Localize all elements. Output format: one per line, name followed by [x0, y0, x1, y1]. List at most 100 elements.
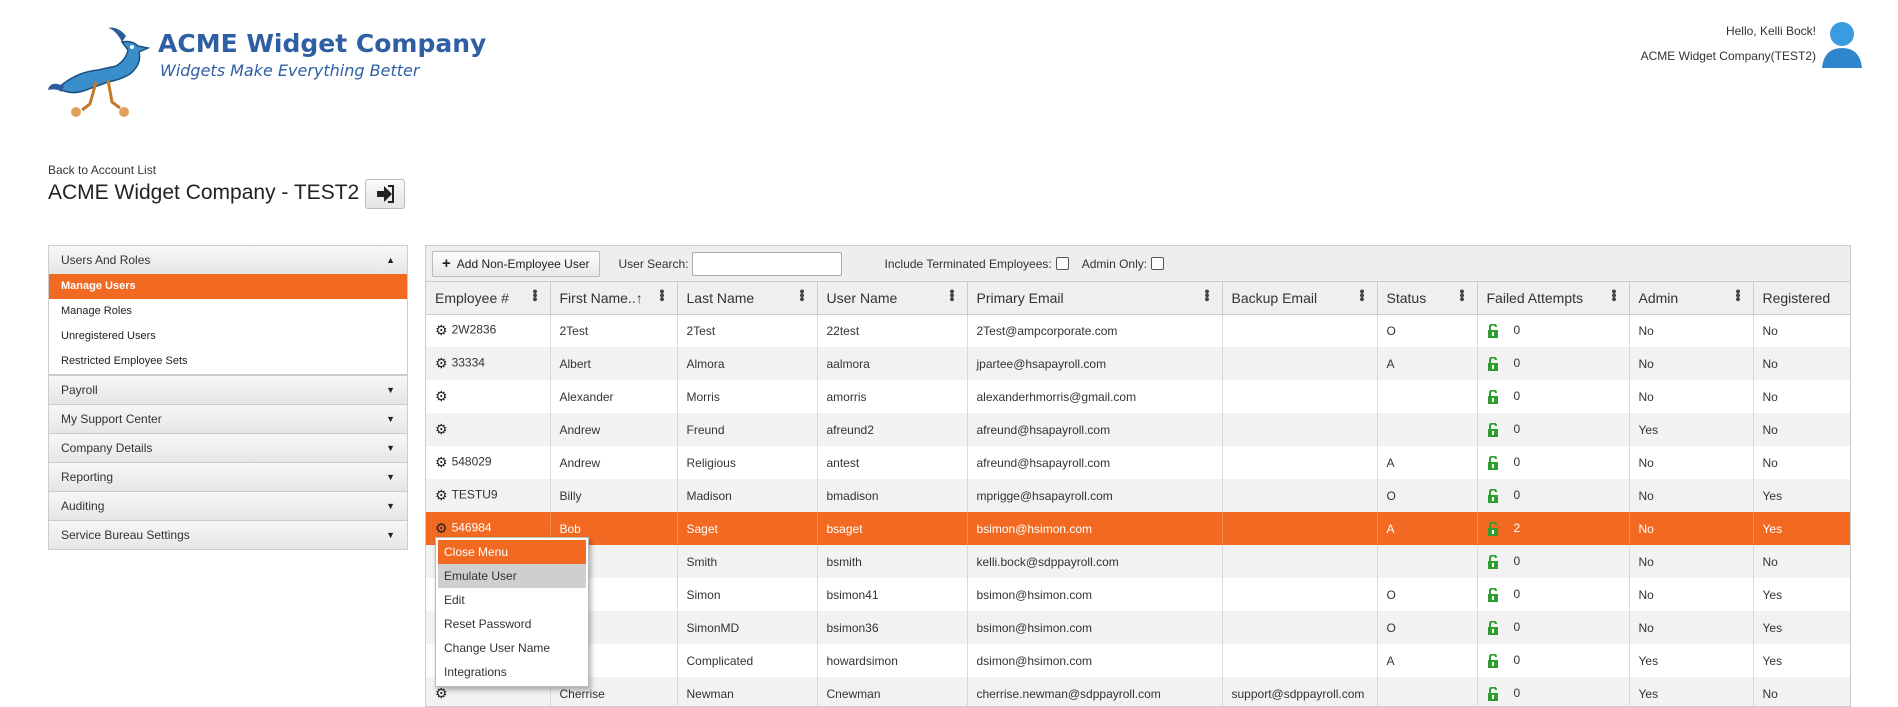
- column-menu-icon[interactable]: •••: [795, 289, 811, 301]
- gear-icon[interactable]: ⚙: [435, 685, 448, 702]
- table-row[interactable]: ⚙Complicatedhowardsimondsimon@hsimon.com…: [426, 644, 1850, 677]
- column-header-first-name[interactable]: First Name..↑ •••: [550, 282, 678, 315]
- unlocked-icon[interactable]: [1487, 356, 1500, 371]
- column-header-primary-email[interactable]: Primary Email •••: [967, 282, 1223, 315]
- unlocked-icon[interactable]: [1487, 389, 1500, 404]
- gear-icon[interactable]: ⚙: [435, 520, 448, 537]
- cell-backup-email: [1222, 413, 1378, 446]
- login-to-account-button[interactable]: [365, 179, 405, 209]
- sidebar-section-auditing: Auditing ▼: [49, 492, 407, 521]
- gear-icon[interactable]: ⚙: [435, 487, 448, 504]
- table-row[interactable]: ⚙Smithbsmithkelli.bock@sdppayroll.com0No…: [426, 545, 1850, 578]
- column-header-last-name[interactable]: Last Name •••: [677, 282, 818, 315]
- sidebar-section-header[interactable]: Payroll ▼: [49, 376, 407, 404]
- unlocked-icon[interactable]: [1487, 686, 1500, 701]
- column-menu-icon[interactable]: •••: [1607, 289, 1623, 301]
- sidebar-section-header[interactable]: Company Details ▼: [49, 434, 407, 462]
- cell-primary-email: bsimon@hsimon.com: [967, 512, 1223, 545]
- unlocked-icon[interactable]: [1487, 554, 1500, 569]
- cell-status: O: [1377, 611, 1478, 644]
- cell-user-name: bsimon36: [817, 611, 968, 644]
- column-menu-icon[interactable]: •••: [528, 289, 544, 301]
- cell-employee: ⚙ 2W2836: [426, 314, 551, 347]
- unlocked-icon[interactable]: [1487, 653, 1500, 668]
- column-header-failed-attempts[interactable]: Failed Attempts •••: [1477, 282, 1630, 315]
- column-header-user-name[interactable]: User Name •••: [817, 282, 968, 315]
- unlocked-icon[interactable]: [1487, 422, 1500, 437]
- sidebar-section-header[interactable]: My Support Center ▼: [49, 405, 407, 433]
- cell-first-name: Alexander: [550, 380, 678, 413]
- column-menu-icon[interactable]: •••: [1455, 289, 1471, 301]
- sidebar-item-manage-roles[interactable]: Manage Roles: [49, 299, 407, 324]
- table-row[interactable]: ⚙ TESTU9 Billy Madison bmadison mprigge@hsapa…: [426, 479, 1850, 512]
- table-row[interactable]: ⚙ Andrew Freund afreund2 afreund@hsapayroll.…: [426, 413, 1850, 446]
- column-header-employee[interactable]: Employee # •••: [426, 282, 551, 315]
- sidebar-item-manage-users[interactable]: Manage Users: [49, 274, 407, 299]
- edit-menu-item[interactable]: Edit: [438, 588, 586, 612]
- column-menu-icon[interactable]: •••: [1355, 289, 1371, 301]
- column-menu-icon[interactable]: •••: [1731, 289, 1747, 301]
- integrations-menu-item[interactable]: Integrations: [438, 660, 586, 684]
- column-header-admin[interactable]: Admin •••: [1629, 282, 1754, 315]
- cell-admin: No: [1629, 314, 1754, 347]
- unlocked-icon[interactable]: [1487, 488, 1500, 503]
- plus-icon: +: [442, 255, 451, 272]
- cell-admin: Yes: [1629, 677, 1754, 706]
- unlocked-icon[interactable]: [1487, 521, 1500, 536]
- cell-failed-attempts: 0: [1477, 347, 1630, 380]
- table-row[interactable]: ⚙ 2W2836 2Test 2Test 22test 2Test@ampcorporat…: [426, 314, 1850, 347]
- column-menu-icon[interactable]: •••: [1200, 289, 1216, 301]
- user-search-input[interactable]: [691, 251, 842, 276]
- column-header-status[interactable]: Status •••: [1377, 282, 1478, 315]
- user-company-text[interactable]: ACME Widget Company(TEST2): [1641, 49, 1816, 63]
- admin-only-checkbox[interactable]: [1151, 257, 1165, 270]
- table-row[interactable]: ⚙ Cherrise Newman Cnewman cherrise.newman@sd…: [426, 677, 1850, 706]
- sidebar-section-label: Payroll: [61, 383, 98, 397]
- cell-last-name: Freund: [677, 413, 818, 446]
- table-row[interactable]: ⚙ 548029 Andrew Religious antest afreund@hsap…: [426, 446, 1850, 479]
- table-row[interactable]: ⚙ Alexander Morris amorris alexanderhmorris@…: [426, 380, 1850, 413]
- gear-icon[interactable]: ⚙: [435, 388, 448, 405]
- sidebar-section-header[interactable]: Service Bureau Settings ▼: [49, 521, 407, 549]
- cell-status: A: [1377, 512, 1478, 545]
- cell-last-name: Newman: [677, 677, 818, 706]
- sidebar-section-header[interactable]: Reporting ▼: [49, 463, 407, 491]
- unlocked-icon[interactable]: [1487, 455, 1500, 470]
- sidebar-item-restricted-employee-sets[interactable]: Restricted Employee Sets: [49, 349, 407, 374]
- gear-icon[interactable]: ⚙: [435, 454, 448, 471]
- unlocked-icon[interactable]: [1487, 620, 1500, 635]
- grid-toolbar: + Add Non-Employee User User Search: Inc…: [426, 246, 1850, 282]
- column-menu-icon[interactable]: •••: [945, 289, 961, 301]
- table-row[interactable]: ⚙ 33334 Albert Almora aalmora jpartee@hsapayr…: [426, 347, 1850, 380]
- sidebar-item-unregistered-users[interactable]: Unregistered Users: [49, 324, 407, 349]
- table-row[interactable]: ⚙ 546984 Bob Saget bsaget bsimon@hsimon.com A 2…: [426, 512, 1850, 545]
- cell-admin: No: [1629, 479, 1754, 512]
- column-header-backup-email[interactable]: Backup Email •••: [1222, 282, 1378, 315]
- column-header-registered[interactable]: Registered: [1753, 282, 1850, 315]
- cell-primary-email: jpartee@hsapayroll.com: [967, 347, 1223, 380]
- include-terminated-checkbox[interactable]: [1055, 257, 1069, 270]
- gear-icon[interactable]: ⚙: [435, 421, 448, 438]
- unlocked-icon[interactable]: [1487, 587, 1500, 602]
- sidebar-section-header[interactable]: Users And Roles ▲: [49, 246, 407, 274]
- sidebar-section-header[interactable]: Auditing ▼: [49, 492, 407, 520]
- cell-user-name: bsmith: [817, 545, 968, 578]
- user-avatar-icon[interactable]: [1820, 20, 1864, 70]
- emulate-user-menu-item[interactable]: Emulate User: [438, 564, 586, 588]
- change-user-name-menu-item[interactable]: Change User Name: [438, 636, 586, 660]
- reset-password-menu-item[interactable]: Reset Password: [438, 612, 586, 636]
- close-menu-item[interactable]: Close Menu: [438, 540, 586, 564]
- cell-status: O: [1377, 479, 1478, 512]
- table-row[interactable]: ⚙Simonbsimon41bsimon@hsimon.comO0NoYes: [426, 578, 1850, 611]
- cell-admin: No: [1629, 512, 1754, 545]
- expand-down-icon: ▼: [386, 472, 395, 482]
- cell-admin: No: [1629, 347, 1754, 380]
- column-menu-icon[interactable]: •••: [655, 289, 671, 301]
- cell-status: O: [1377, 314, 1478, 347]
- table-row[interactable]: ⚙MDSimonMDbsimon36bsimon@hsimon.comO0NoY…: [426, 611, 1850, 644]
- back-to-account-list-link[interactable]: Back to Account List: [48, 163, 156, 177]
- add-non-employee-user-button[interactable]: + Add Non-Employee User: [432, 250, 600, 277]
- gear-icon[interactable]: ⚙: [435, 322, 448, 339]
- gear-icon[interactable]: ⚙: [435, 355, 448, 372]
- unlocked-icon[interactable]: [1487, 324, 1500, 339]
